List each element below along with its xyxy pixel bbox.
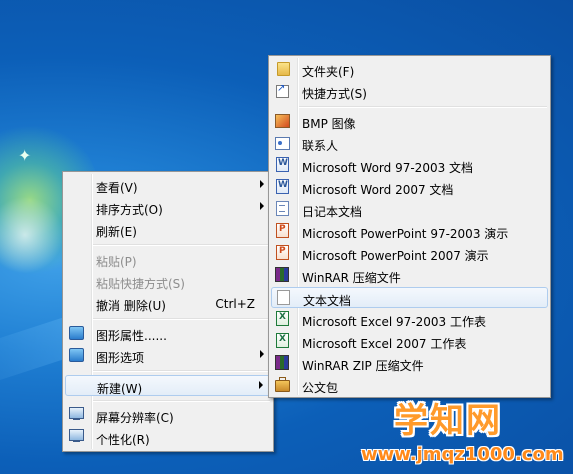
watermark-brand: 学知网 bbox=[394, 401, 502, 441]
text-file-icon bbox=[277, 290, 290, 305]
journal-icon bbox=[276, 201, 289, 216]
graphics-icon bbox=[69, 348, 84, 362]
menu-item-label: WinRAR 压缩文件 bbox=[302, 271, 401, 285]
menu-separator bbox=[93, 318, 270, 320]
menu-item-label: 文件夹(F) bbox=[302, 65, 355, 79]
menu-item-label: 撤消 删除(U) bbox=[96, 299, 166, 313]
submenu-arrow-icon bbox=[259, 381, 263, 389]
menu-item-label: 屏幕分辨率(C) bbox=[96, 411, 174, 425]
menu-item-label: Microsoft PowerPoint 2007 演示 bbox=[302, 249, 489, 263]
powerpoint-icon bbox=[276, 245, 289, 260]
menu-item-label: 个性化(R) bbox=[96, 433, 150, 447]
watermark-url: www.jmqz1000.com bbox=[361, 444, 564, 465]
powerpoint-icon bbox=[276, 223, 289, 238]
submenu-item-excel-2007[interactable]: Microsoft Excel 2007 工作表 bbox=[271, 331, 548, 352]
shortcut-text: Ctrl+Z bbox=[215, 297, 255, 311]
submenu-item-winrar-zip[interactable]: WinRAR ZIP 压缩文件 bbox=[271, 353, 548, 374]
folder-icon bbox=[277, 62, 290, 76]
graphics-icon bbox=[69, 326, 84, 340]
submenu-item-contact[interactable]: 联系人 bbox=[271, 133, 548, 154]
submenu-item-folder[interactable]: 文件夹(F) bbox=[271, 59, 548, 80]
menu-item-view[interactable]: 查看(V) bbox=[65, 175, 271, 196]
submenu-arrow-icon bbox=[260, 350, 264, 358]
submenu-item-text-document[interactable]: 文本文档 bbox=[271, 287, 548, 308]
shortcut-icon bbox=[276, 83, 289, 98]
menu-item-label: 查看(V) bbox=[96, 181, 138, 195]
submenu-item-powerpoint-97[interactable]: Microsoft PowerPoint 97-2003 演示 bbox=[271, 221, 548, 242]
menu-item-label: 图形选项 bbox=[96, 351, 145, 365]
excel-icon bbox=[276, 333, 289, 348]
menu-item-label: 公文包 bbox=[302, 381, 339, 395]
butterfly-icon: ✦ bbox=[18, 146, 32, 165]
menu-separator bbox=[93, 370, 270, 372]
menu-item-label: 粘贴(P) bbox=[96, 255, 137, 269]
menu-item-label: 粘贴快捷方式(S) bbox=[96, 277, 185, 291]
desktop-context-menu: 查看(V) 排序方式(O) 刷新(E) 粘贴(P) 粘贴快捷方式(S) 撤消 删… bbox=[62, 171, 274, 452]
bmp-image-icon bbox=[275, 114, 290, 128]
menu-item-sort-by[interactable]: 排序方式(O) bbox=[65, 197, 271, 218]
menu-item-label: Microsoft PowerPoint 97-2003 演示 bbox=[302, 227, 509, 241]
screen-icon bbox=[69, 407, 84, 420]
menu-item-label: 新建(W) bbox=[97, 382, 143, 396]
contact-icon bbox=[275, 137, 290, 150]
winrar-zip-icon bbox=[275, 355, 289, 370]
menu-item-label: 排序方式(O) bbox=[96, 203, 163, 217]
menu-item-label: Microsoft Excel 97-2003 工作表 bbox=[302, 315, 486, 329]
excel-icon bbox=[276, 311, 289, 326]
submenu-item-powerpoint-2007[interactable]: Microsoft PowerPoint 2007 演示 bbox=[271, 243, 548, 264]
menu-separator bbox=[93, 400, 270, 402]
menu-item-label: Microsoft Word 2007 文档 bbox=[302, 183, 454, 197]
submenu-item-word-97[interactable]: Microsoft Word 97-2003 文档 bbox=[271, 155, 548, 176]
menu-item-refresh[interactable]: 刷新(E) bbox=[65, 219, 271, 240]
menu-item-paste[interactable]: 粘贴(P) bbox=[65, 249, 271, 270]
menu-item-graphics-options[interactable]: 图形选项 bbox=[65, 345, 271, 366]
menu-item-label: 图形属性...... bbox=[96, 329, 167, 343]
new-submenu: 文件夹(F) 快捷方式(S) BMP 图像 联系人 Microsoft Word… bbox=[268, 55, 551, 398]
menu-separator bbox=[299, 106, 547, 108]
briefcase-icon bbox=[275, 377, 290, 392]
submenu-item-journal[interactable]: 日记本文档 bbox=[271, 199, 548, 220]
submenu-item-bmp[interactable]: BMP 图像 bbox=[271, 111, 548, 132]
submenu-item-winrar[interactable]: WinRAR 压缩文件 bbox=[271, 265, 548, 286]
winrar-icon bbox=[275, 267, 289, 282]
submenu-item-excel-97[interactable]: Microsoft Excel 97-2003 工作表 bbox=[271, 309, 548, 330]
menu-item-label: 快捷方式(S) bbox=[302, 87, 367, 101]
submenu-item-shortcut[interactable]: 快捷方式(S) bbox=[271, 81, 548, 102]
menu-separator bbox=[93, 244, 270, 246]
menu-item-label: Microsoft Excel 2007 工作表 bbox=[302, 337, 467, 351]
word-doc-icon bbox=[276, 179, 289, 194]
menu-item-label: 刷新(E) bbox=[96, 225, 137, 239]
menu-item-new[interactable]: 新建(W) bbox=[65, 375, 271, 396]
menu-item-label: 文本文档 bbox=[303, 294, 352, 308]
menu-item-label: 日记本文档 bbox=[302, 205, 363, 219]
screen-icon bbox=[69, 429, 84, 442]
menu-item-label: 联系人 bbox=[302, 139, 339, 153]
menu-item-paste-shortcut[interactable]: 粘贴快捷方式(S) bbox=[65, 271, 271, 292]
menu-item-personalize[interactable]: 个性化(R) bbox=[65, 427, 271, 448]
menu-item-screen-resolution[interactable]: 屏幕分辨率(C) bbox=[65, 405, 271, 426]
submenu-item-word-2007[interactable]: Microsoft Word 2007 文档 bbox=[271, 177, 548, 198]
submenu-arrow-icon bbox=[260, 202, 264, 210]
menu-item-label: BMP 图像 bbox=[302, 117, 356, 131]
word-doc-icon bbox=[276, 157, 289, 172]
menu-item-graphics-properties[interactable]: 图形属性...... bbox=[65, 323, 271, 344]
menu-item-label: Microsoft Word 97-2003 文档 bbox=[302, 161, 474, 175]
menu-item-label: WinRAR ZIP 压缩文件 bbox=[302, 359, 424, 373]
submenu-arrow-icon bbox=[260, 180, 264, 188]
menu-item-undo-delete[interactable]: 撤消 删除(U) Ctrl+Z bbox=[65, 293, 271, 314]
